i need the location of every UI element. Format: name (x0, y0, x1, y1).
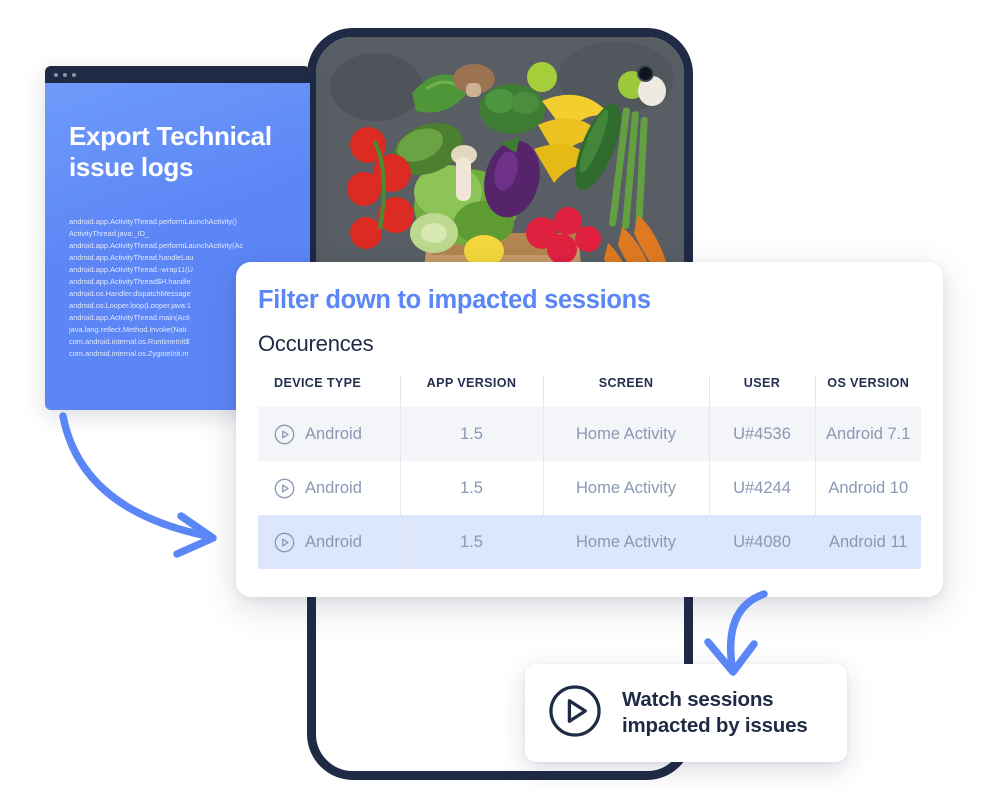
cell-app-version: 1.5 (400, 461, 544, 515)
table-row[interactable]: Android 1.5 Home Activity U#4244 Android… (258, 461, 921, 515)
browser-titlebar (45, 66, 310, 83)
card-subtitle: Occurences (258, 331, 374, 356)
cell-user: U#4080 (709, 515, 816, 569)
column-header-device-type[interactable]: DEVICE TYPE (258, 376, 401, 407)
column-header-app-version[interactable]: APP VERSION (400, 376, 544, 407)
watch-callout-text: Watch sessions impacted by issues (622, 687, 808, 739)
cell-screen: Home Activity (543, 515, 710, 569)
cell-user: U#4536 (709, 407, 816, 461)
cell-os-version: Android 11 (815, 515, 921, 569)
device-type-value: Android (305, 532, 362, 551)
column-header-os-version[interactable]: OS VERSION (815, 376, 921, 407)
column-header-screen[interactable]: SCREEN (543, 376, 710, 407)
log-line: android.app.ActivityThread.performLaunch… (69, 241, 244, 251)
callout-line-1: Watch sessions (622, 687, 774, 711)
illustration-canvas: Limes Carrots (0, 0, 1000, 805)
cell-os-version: Android 7.1 (815, 407, 921, 461)
table-row[interactable]: Android 1.5 Home Activity U#4536 Android… (258, 407, 921, 461)
cell-user: U#4244 (709, 461, 816, 515)
log-line: ActivityThread.java:_ID_ (69, 229, 150, 239)
cell-device-type: Android (258, 461, 401, 515)
table-header-row: DEVICE TYPE APP VERSION SCREEN USER OS V… (258, 376, 921, 407)
cell-screen: Home Activity (543, 407, 710, 461)
window-dot-close-icon[interactable] (54, 72, 58, 77)
phone-camera-dot (637, 65, 654, 82)
device-type-value: Android (305, 424, 362, 443)
play-circle-icon[interactable] (274, 424, 295, 445)
play-circle-icon[interactable] (547, 683, 603, 744)
watch-sessions-callout[interactable]: Watch sessions impacted by issues (525, 664, 847, 762)
cell-device-type: Android (258, 407, 401, 461)
cell-screen: Home Activity (543, 461, 710, 515)
play-circle-icon[interactable] (274, 478, 295, 499)
impacted-sessions-card: Filter down to impacted sessions Occuren… (236, 262, 943, 597)
log-line: android.app.ActivityThread.performLaunch… (69, 217, 238, 227)
cell-app-version: 1.5 (400, 407, 544, 461)
table-row[interactable]: Android 1.5 Home Activity U#4080 Android… (258, 515, 921, 569)
callout-line-2: impacted by issues (622, 714, 808, 737)
sessions-table: DEVICE TYPE APP VERSION SCREEN USER OS V… (258, 376, 921, 569)
cell-app-version: 1.5 (400, 515, 544, 569)
browser-heading: Export Technical issue logs (69, 121, 272, 182)
arrow-to-table (59, 412, 217, 558)
cell-os-version: Android 10 (815, 461, 921, 515)
window-dot-minimize-icon[interactable] (63, 72, 67, 77)
play-circle-icon[interactable] (274, 532, 295, 553)
cell-device-type: Android (258, 515, 401, 569)
device-type-value: Android (305, 478, 362, 497)
window-dot-maximize-icon[interactable] (72, 72, 76, 77)
card-title: Filter down to impacted sessions (258, 286, 651, 314)
column-header-user[interactable]: USER (709, 376, 816, 407)
